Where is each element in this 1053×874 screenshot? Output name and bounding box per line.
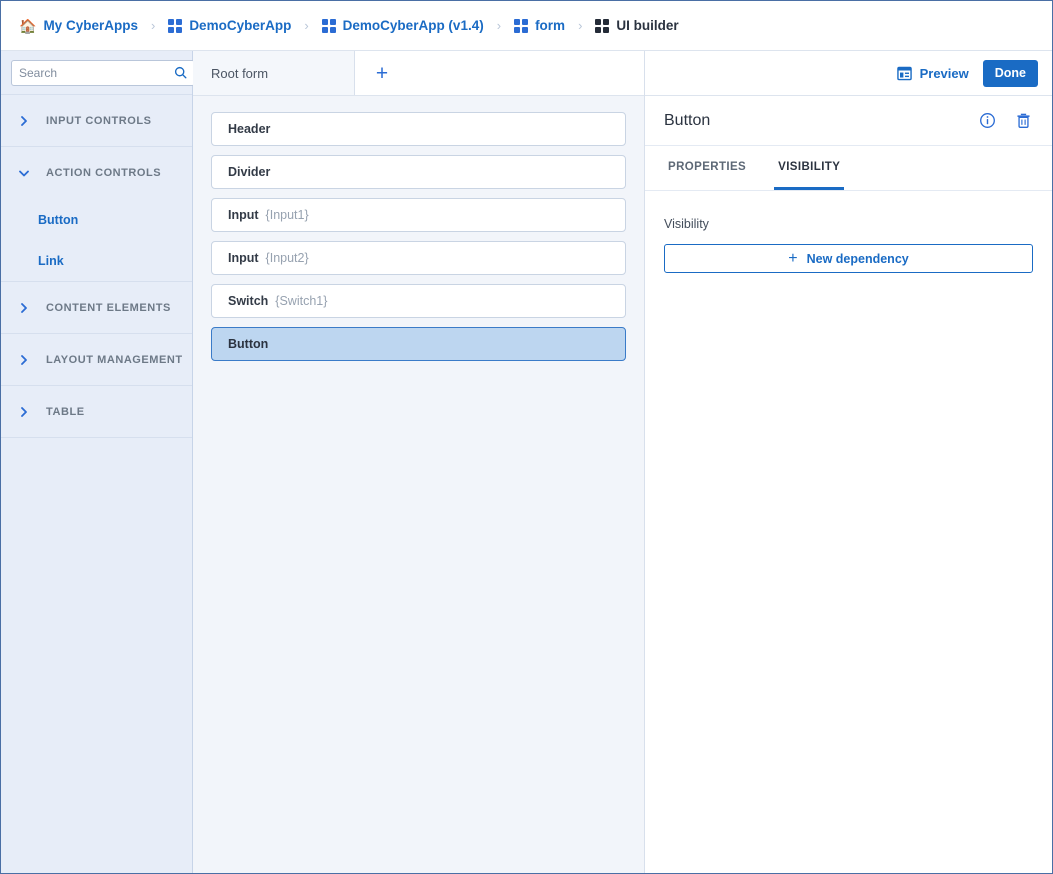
grid-icon: [321, 18, 336, 33]
breadcrumb-item-democyberapp-version[interactable]: DemoCyberApp (v1.4): [321, 18, 484, 33]
tab-label: Root form: [211, 65, 269, 81]
sidebar-category-label: TABLE: [46, 405, 85, 418]
plus-icon: +: [788, 249, 798, 267]
tabs-filler: [409, 51, 644, 95]
ui-builder-window: 🏠 My CyberApps › DemoCyberApp › DemoCybe…: [0, 0, 1053, 874]
widget-name: Input: [228, 208, 259, 222]
breadcrumb: 🏠 My CyberApps › DemoCyberApp › DemoCybe…: [1, 1, 1052, 51]
tab-label: PROPERTIES: [668, 160, 747, 173]
widget-ref: {Input1}: [265, 208, 309, 222]
sidebar-category-label: LAYOUT MANAGEMENT: [46, 353, 183, 366]
info-icon[interactable]: [979, 112, 996, 129]
breadcrumb-separator: ›: [304, 18, 309, 33]
breadcrumb-item-democyberapp[interactable]: DemoCyberApp: [168, 18, 291, 33]
grid-icon: [595, 18, 610, 33]
visibility-section: Visibility + New dependency: [645, 191, 1052, 873]
new-dependency-button[interactable]: + New dependency: [664, 244, 1033, 273]
widget-input1[interactable]: Input {Input1}: [211, 198, 626, 232]
breadcrumb-item-ui-builder[interactable]: UI builder: [595, 18, 679, 33]
widget-ref: {Switch1}: [275, 294, 328, 308]
search-input[interactable]: [19, 65, 174, 80]
widget-list: Header Divider Input {Input1} Input {Inp…: [193, 96, 644, 873]
chevron-right-icon: [19, 354, 29, 365]
sidebar-category-label: CONTENT ELEMENTS: [46, 301, 171, 314]
sidebar-empty-space: [1, 438, 192, 873]
breadcrumb-label: form: [535, 18, 566, 33]
preview-icon: [896, 66, 912, 80]
breadcrumb-separator: ›: [496, 18, 502, 33]
sidebar-category-layout-management[interactable]: LAYOUT MANAGEMENT: [1, 334, 192, 386]
breadcrumb-item-my-cyberapps[interactable]: 🏠 My CyberApps: [19, 18, 138, 33]
widget-name: Button: [228, 337, 269, 351]
widget-input2[interactable]: Input {Input2}: [211, 241, 626, 275]
chevron-down-icon: [19, 168, 29, 178]
chevron-right-icon: [19, 406, 29, 417]
widget-name: Divider: [228, 165, 271, 179]
breadcrumb-label: DemoCyberApp: [189, 18, 292, 33]
form-canvas-area: Root form + Header Divider Input {Input1…: [193, 51, 645, 873]
sidebar-item-link[interactable]: Link: [1, 240, 192, 281]
widget-divider[interactable]: Divider: [211, 155, 626, 189]
properties-panel: Preview Done Button PROPERTIES VISIBILIT…: [645, 51, 1052, 873]
widget-name: Header: [228, 122, 271, 136]
sidebar-item-button[interactable]: Button: [1, 199, 192, 240]
widget-name: Input: [228, 251, 259, 265]
breadcrumb-label: UI builder: [616, 18, 679, 33]
sidebar-category-label: INPUT CONTROLS: [46, 114, 152, 127]
widget-ref: {Input2}: [265, 251, 309, 265]
plus-icon: +: [375, 61, 389, 85]
sidebar-category-content-elements[interactable]: CONTENT ELEMENTS: [1, 282, 192, 334]
grid-icon: [168, 18, 183, 33]
preview-label: Preview: [919, 65, 969, 81]
breadcrumb-separator: ›: [578, 18, 583, 33]
panel-tabs: PROPERTIES VISIBILITY: [645, 146, 1052, 191]
done-button[interactable]: Done: [982, 59, 1038, 87]
breadcrumb-item-form[interactable]: form: [514, 18, 565, 33]
search-icon: [174, 66, 187, 79]
breadcrumb-separator: ›: [150, 18, 156, 33]
canvas-tabs: Root form +: [193, 51, 644, 96]
sidebar-category-children: Button Link: [1, 199, 192, 282]
component-sidebar: INPUT CONTROLS ACTION CONTROLS Button Li…: [1, 51, 195, 873]
breadcrumb-label: My CyberApps: [43, 18, 138, 33]
tab-label: VISIBILITY: [778, 160, 841, 173]
sidebar-item-label: Link: [38, 253, 64, 268]
add-tab-button[interactable]: +: [355, 51, 409, 95]
panel-title: Button: [664, 111, 711, 129]
main-body: INPUT CONTROLS ACTION CONTROLS Button Li…: [1, 51, 1052, 873]
breadcrumb-label: DemoCyberApp (v1.4): [342, 18, 484, 33]
grid-icon: [514, 18, 529, 33]
panel-header: Button: [645, 96, 1052, 146]
sidebar-category-label: ACTION CONTROLS: [46, 167, 162, 179]
home-icon: 🏠: [19, 17, 37, 34]
chevron-right-icon: [19, 302, 29, 313]
sidebar-category-table[interactable]: TABLE: [1, 386, 192, 438]
widget-switch1[interactable]: Switch {Switch1}: [211, 284, 626, 318]
widget-name: Switch: [228, 294, 269, 308]
tab-properties[interactable]: PROPERTIES: [664, 146, 750, 190]
tab-visibility[interactable]: VISIBILITY: [774, 146, 845, 190]
trash-icon[interactable]: [1015, 112, 1032, 129]
tab-root-form[interactable]: Root form: [193, 51, 355, 95]
widget-button[interactable]: Button: [211, 327, 626, 361]
visibility-label: Visibility: [664, 217, 709, 231]
widget-header[interactable]: Header: [211, 112, 626, 146]
panel-toolbar: Preview Done: [645, 51, 1052, 96]
sidebar-search-row: [1, 51, 195, 95]
sidebar-category-input-controls[interactable]: INPUT CONTROLS: [1, 95, 192, 147]
sidebar-item-label: Button: [38, 212, 79, 227]
chevron-right-icon: [19, 115, 29, 126]
new-dependency-label: New dependency: [806, 251, 909, 266]
search-box[interactable]: [11, 59, 195, 86]
sidebar-category-action-controls[interactable]: ACTION CONTROLS: [1, 147, 192, 199]
preview-button[interactable]: Preview: [896, 65, 969, 81]
